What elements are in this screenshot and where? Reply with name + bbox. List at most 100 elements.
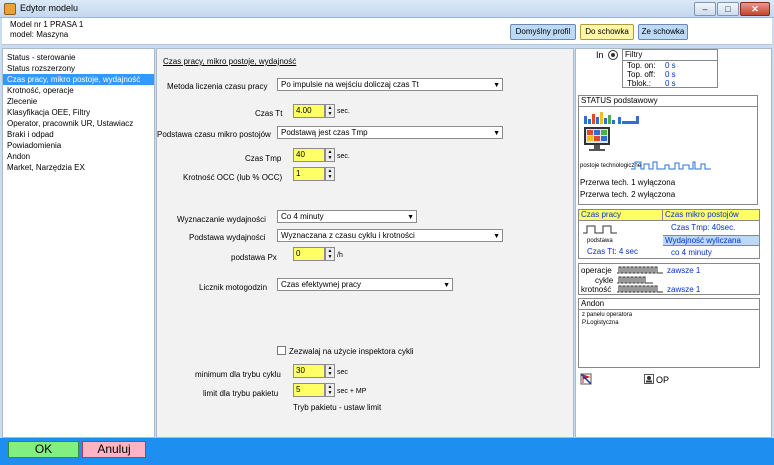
cycles-waveform-icon [617, 276, 653, 284]
tmp-unit: sec. [337, 153, 350, 160]
sidebar-item-operator[interactable]: Operator, pracownik UR, Ustawiacz [3, 118, 154, 129]
packet-limit-unit: sec + MP [337, 388, 367, 395]
sidebar-item-status-control[interactable]: Status - sterowanie [3, 52, 154, 63]
tmp-stepper[interactable]: 40 ▲ ▼ [293, 148, 337, 162]
tt-label: Czas Tt [255, 109, 283, 118]
model-header: Model nr 1 PRASA 1 model: Maszyna Domyśl… [2, 18, 772, 45]
top-on-value: 0 s [665, 61, 676, 70]
title-bar [0, 0, 774, 18]
app-icon [4, 3, 16, 15]
operations-value: zawsze 1 [667, 266, 701, 275]
section-title: Czas pracy, mikro postoje, wydajność [163, 57, 297, 66]
window-title: Edytor modelu [20, 3, 79, 13]
micro-base-label: Podstawa czasu mikro postojów [157, 130, 271, 139]
sidebar-item-status-extended[interactable]: Status rozszerzony [3, 63, 154, 74]
monitor-icon [584, 127, 610, 151]
sidebar-item-multiplicity[interactable]: Krotność, operacje [3, 85, 154, 96]
copy-to-clipboard-button[interactable]: Do schowka [580, 24, 634, 40]
close-button[interactable]: ✕ [740, 2, 770, 16]
model-number: Model nr 1 PRASA 1 [10, 20, 84, 29]
sidebar-item-oee-filters[interactable]: Klasyfikacja OEE, Filtry [3, 107, 154, 118]
status-preview-panel: In Filtry Top. on: 0 s Top. off: 0 s Tbl… [575, 48, 772, 438]
perf-calc-select[interactable]: Co 4 minuty ▼ [277, 210, 417, 223]
sidebar-item-order[interactable]: Zlecenie [3, 96, 154, 107]
input-indicator-dot [611, 53, 615, 57]
sidebar-item-andon[interactable]: Andon [3, 151, 154, 162]
multiplicity-value: zawsze 1 [667, 285, 701, 294]
operations-waveform-icon [617, 266, 663, 274]
tmp-summary: Czas Tmp: 40sec. [671, 223, 736, 232]
default-profile-button[interactable]: Domyślny profil [510, 24, 576, 40]
worktime-summary: Czas pracy Czas mikro postojów podstawa … [578, 209, 760, 259]
tblok-value: 0 s [665, 79, 676, 88]
pulse-waveform-icon [583, 225, 617, 234]
andon-source-1: z panelu operatora [582, 312, 633, 318]
method-select[interactable]: Po impulsie na wejściu doliczaj czas Tt ▼ [277, 78, 503, 91]
sidebar-item-worktime[interactable]: Czas pracy, mikro postoje, wydajność [3, 74, 154, 85]
px-unit: /h [337, 252, 343, 259]
sidebar-item-notifications[interactable]: Powiadomienia [3, 140, 154, 151]
top-off-value: 0 s [665, 70, 676, 79]
performance-title: Wydajność wyliczana [663, 235, 759, 246]
filters-title: Filtry [623, 50, 717, 61]
sidebar-item-market-tools[interactable]: Market, Narzędzia EX [3, 162, 154, 173]
tmp-label: Czas Tmp [245, 154, 282, 163]
inspector-checkbox[interactable] [277, 346, 286, 355]
maximize-button[interactable]: □ [717, 2, 739, 16]
px-label: podstawa Px [231, 253, 277, 262]
break2-status: Przerwa tech. 2 wyłączona [580, 190, 676, 199]
worktime-title: Czas pracy [579, 210, 663, 221]
cancel-button[interactable]: Anuluj [82, 441, 146, 458]
top-off-label: Top. off: [627, 70, 656, 79]
alarm-flag-icon [580, 373, 592, 385]
tblok-label: Tblok.: [627, 79, 652, 88]
perf-base-label: Podstawa wydajności [189, 233, 266, 242]
tech-stops-waveform-icon [631, 161, 711, 170]
px-stepper[interactable]: 0 ▲ ▼ [293, 247, 337, 261]
cycles-label: cykle [595, 276, 614, 285]
operations-box: operacje zawsze 1 cykle krotność zawsze … [578, 263, 760, 295]
perf-base-select[interactable]: Wyznaczana z czasu cyklu i krotności ▼ [277, 229, 503, 242]
operator-label: OP [656, 375, 670, 385]
bar-chart-icon [584, 112, 639, 124]
worktime-settings-panel: Czas pracy, mikro postoje, wydajność Met… [156, 48, 574, 438]
perf-calc-label: Wyznaczanie wydajności [177, 215, 266, 224]
sidebar-item-scrap[interactable]: Braki i odpad [3, 129, 154, 140]
tt-summary: Czas Tt: 4 sec [587, 247, 638, 256]
break1-status: Przerwa tech. 1 wyłączona [580, 178, 676, 187]
inspector-label: Zezwalaj na użycie inspektora cykli [289, 347, 414, 356]
status-basic-title: STATUS podstawowy [579, 96, 757, 107]
andon-title: Andon [579, 299, 759, 310]
ok-button[interactable]: OK [8, 441, 79, 458]
top-on-label: Top. on: [627, 61, 656, 70]
multiplicity-waveform-icon [617, 285, 663, 293]
model-name: model: Maszyna [10, 30, 69, 39]
multiplicity-label: krotność [581, 285, 612, 294]
counter-label: Licznik motogodzin [199, 283, 268, 292]
paste-from-clipboard-button[interactable]: Ze schowka [638, 24, 688, 40]
operator-icon [644, 374, 654, 384]
operations-label: operacje [581, 266, 612, 275]
performance-summary: co 4 minuty [671, 248, 712, 257]
occ-label: Krotność OCC (lub % OCC) [183, 173, 283, 182]
minimize-button[interactable]: – [694, 2, 716, 16]
occ-stepper[interactable]: 1 ▲ ▼ [293, 167, 337, 181]
packet-limit-label: limit dla trybu pakietu [203, 389, 279, 398]
andon-box: Andon z panelu operatora P.Logistyczna [578, 298, 760, 368]
packet-mode-text: Tryb pakietu - ustaw limit [293, 403, 382, 412]
min-cycle-label: minimum dla trybu cyklu [195, 370, 281, 379]
in-label: In [596, 50, 604, 60]
packet-limit-stepper[interactable]: 5 ▲ ▼ [293, 383, 337, 397]
filters-box: Filtry Top. on: 0 s Top. off: 0 s Tblok.… [622, 49, 718, 88]
tt-stepper[interactable]: 4.00 ▲ ▼ [293, 104, 337, 118]
status-basic-box: STATUS podstawowy postoje technologiczne… [578, 95, 758, 205]
tt-unit: sec. [337, 108, 350, 115]
micro-stops-title: Czas mikro postojów [663, 210, 759, 221]
andon-source-2: P.Logistyczna [582, 320, 619, 326]
min-cycle-unit: sec [337, 369, 348, 376]
base-label: podstawa [587, 238, 613, 244]
min-cycle-stepper[interactable]: 30 ▲ ▼ [293, 364, 337, 378]
micro-base-select[interactable]: Podstawą jest czas Tmp ▼ [277, 126, 503, 139]
method-label: Metoda liczenia czasu pracy [167, 82, 268, 91]
counter-select[interactable]: Czas efektywnej pracy ▼ [277, 278, 453, 291]
